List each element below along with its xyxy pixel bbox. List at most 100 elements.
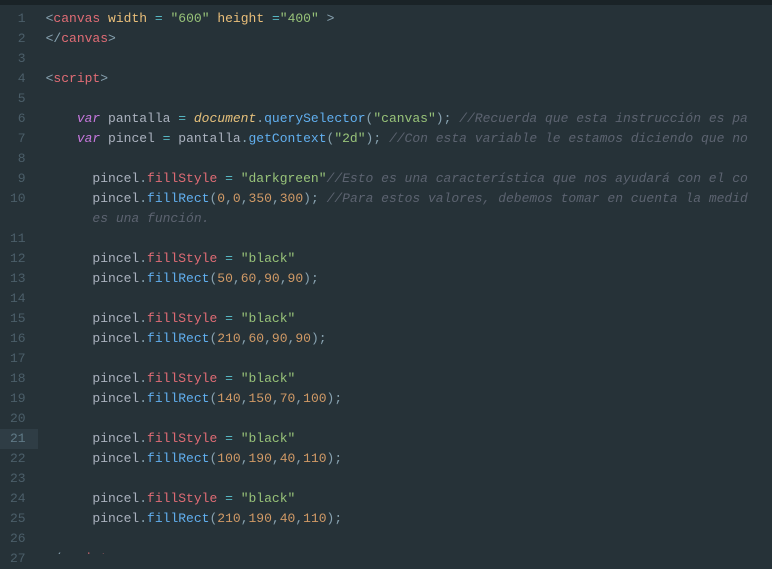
- code-line[interactable]: [46, 89, 772, 109]
- token: canvas: [53, 11, 100, 26]
- token: //Para estos valores, debemos tomar en c…: [327, 191, 748, 206]
- token: ,: [241, 191, 249, 206]
- token: .: [139, 371, 147, 386]
- token: 50: [217, 271, 233, 286]
- code-line[interactable]: [46, 409, 772, 429]
- code-line[interactable]: var pantalla = document.querySelector("c…: [46, 109, 772, 129]
- token: 300: [280, 191, 303, 206]
- code-line[interactable]: [46, 289, 772, 309]
- token: 60: [241, 271, 257, 286]
- token: fillRect: [147, 271, 209, 286]
- token: fillStyle: [147, 251, 217, 266]
- line-number: 15: [0, 309, 38, 329]
- token: pincel: [46, 431, 140, 446]
- code-area[interactable]: <canvas width = "600" height ="400" ></c…: [38, 5, 772, 554]
- code-line[interactable]: pincel.fillStyle = "black": [46, 309, 772, 329]
- code-line[interactable]: pincel.fillStyle = "darkgreen"//Esto es …: [46, 169, 772, 189]
- token: ,: [241, 511, 249, 526]
- token: 0: [217, 191, 225, 206]
- code-line[interactable]: </script>: [46, 549, 772, 554]
- token: [233, 171, 241, 186]
- code-line[interactable]: pincel.fillRect(210,60,90,90);: [46, 329, 772, 349]
- token: pincel: [46, 191, 140, 206]
- token: "400": [280, 11, 319, 26]
- code-line-wrap[interactable]: es una función.: [46, 209, 772, 229]
- token: pincel: [46, 371, 140, 386]
- code-line[interactable]: pincel.fillRect(140,150,70,100);: [46, 389, 772, 409]
- token: =: [225, 431, 233, 446]
- token: //Esto es una característica que nos ayu…: [327, 171, 748, 186]
- token: script: [53, 71, 100, 86]
- code-line[interactable]: [46, 49, 772, 69]
- code-line[interactable]: pincel.fillRect(210,190,40,110);: [46, 509, 772, 529]
- line-number: 12: [0, 249, 38, 269]
- code-line[interactable]: [46, 469, 772, 489]
- token: 350: [249, 191, 272, 206]
- token: pincel: [46, 311, 140, 326]
- code-line[interactable]: [46, 529, 772, 549]
- code-line[interactable]: [46, 229, 772, 249]
- token: "darkgreen": [241, 171, 327, 186]
- token: ,: [280, 271, 288, 286]
- token: fillStyle: [147, 371, 217, 386]
- code-line[interactable]: pincel.fillStyle = "black": [46, 429, 772, 449]
- token: .: [139, 511, 147, 526]
- code-line[interactable]: <script>: [46, 69, 772, 89]
- token: "black": [241, 311, 296, 326]
- code-line[interactable]: pincel.fillStyle = "black": [46, 249, 772, 269]
- line-number: 5: [0, 89, 38, 109]
- token: [233, 491, 241, 506]
- token: [46, 131, 77, 146]
- token: ,: [256, 271, 264, 286]
- token: [264, 11, 272, 26]
- code-line[interactable]: pincel.fillStyle = "black": [46, 369, 772, 389]
- token: =: [225, 491, 233, 506]
- token: .: [139, 271, 147, 286]
- line-number: 10: [0, 189, 38, 209]
- token: [217, 251, 225, 266]
- line-number: 20: [0, 409, 38, 429]
- token: "black": [241, 491, 296, 506]
- token: ,: [295, 391, 303, 406]
- token: [217, 491, 225, 506]
- token: 70: [280, 391, 296, 406]
- line-number: 17: [0, 349, 38, 369]
- code-line[interactable]: pincel.fillStyle = "black": [46, 489, 772, 509]
- token: 60: [249, 331, 265, 346]
- token: [100, 11, 108, 26]
- code-line[interactable]: pincel.fillRect(0,0,350,300); //Para est…: [46, 189, 772, 209]
- token: "black": [241, 431, 296, 446]
- token: 150: [249, 391, 272, 406]
- token: "black": [241, 251, 296, 266]
- token: [233, 251, 241, 266]
- code-line[interactable]: <canvas width = "600" height ="400" >: [46, 9, 772, 29]
- code-line[interactable]: pincel.fillRect(50,60,90,90);: [46, 269, 772, 289]
- token: .: [241, 131, 249, 146]
- code-line[interactable]: </canvas>: [46, 29, 772, 49]
- line-number: 11: [0, 229, 38, 249]
- code-line[interactable]: [46, 149, 772, 169]
- token: querySelector: [264, 111, 365, 126]
- token: pincel: [46, 331, 140, 346]
- code-editor[interactable]: 12345678910 1112131415161718192021222324…: [0, 5, 772, 554]
- token: =: [225, 171, 233, 186]
- code-line[interactable]: [46, 349, 772, 369]
- token: =: [178, 111, 186, 126]
- token: [233, 311, 241, 326]
- line-number: 2: [0, 29, 38, 49]
- token: ,: [225, 191, 233, 206]
- line-number-gutter: 12345678910 1112131415161718192021222324…: [0, 5, 38, 554]
- token: [163, 11, 171, 26]
- token: .: [139, 251, 147, 266]
- token: ,: [264, 331, 272, 346]
- code-line[interactable]: pincel.fillRect(100,190,40,110);: [46, 449, 772, 469]
- token: 90: [288, 271, 304, 286]
- code-line[interactable]: var pincel = pantalla.getContext("2d"); …: [46, 129, 772, 149]
- token: >: [100, 71, 108, 86]
- token: );: [303, 271, 319, 286]
- token: [147, 11, 155, 26]
- token: );: [327, 451, 343, 466]
- token: .: [139, 311, 147, 326]
- line-number: 22: [0, 449, 38, 469]
- token: [217, 311, 225, 326]
